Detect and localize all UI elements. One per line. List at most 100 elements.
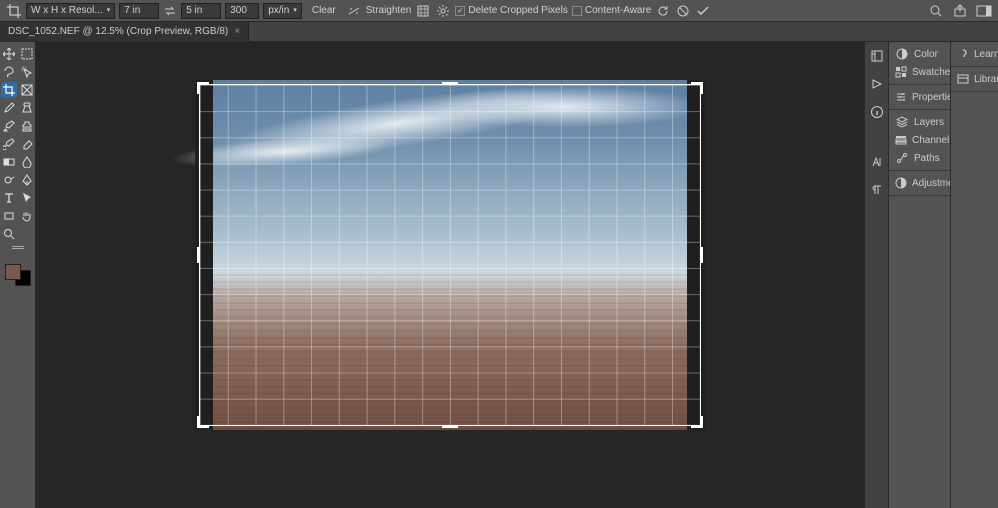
delete-cropped-label: Delete Cropped Pixels bbox=[468, 5, 568, 16]
cancel-crop-icon[interactable] bbox=[675, 3, 691, 19]
close-tab-icon[interactable]: × bbox=[234, 26, 240, 37]
straighten-icon[interactable] bbox=[346, 3, 362, 19]
edit-toolbar-icon[interactable] bbox=[12, 246, 24, 254]
character-panel-icon[interactable] bbox=[869, 154, 885, 170]
crop-handle-tr[interactable] bbox=[689, 82, 703, 96]
document-tab-label: DSC_1052.NEF @ 12.5% (Crop Preview, RGB/… bbox=[8, 26, 228, 37]
frame-tool[interactable] bbox=[19, 82, 35, 98]
commit-crop-icon[interactable] bbox=[695, 3, 711, 19]
info-panel-icon[interactable] bbox=[869, 104, 885, 120]
crop-handle-b[interactable] bbox=[442, 424, 458, 428]
reset-crop-icon[interactable] bbox=[655, 3, 671, 19]
learn-icon bbox=[957, 47, 969, 61]
color-label: Color bbox=[914, 49, 938, 60]
canvas-area[interactable] bbox=[36, 42, 864, 508]
layers-panel-button[interactable]: Layers bbox=[889, 113, 950, 131]
learn-panel-button[interactable]: Learn bbox=[951, 45, 998, 63]
crop-height-input[interactable]: 5 in bbox=[181, 3, 221, 19]
crop-width-input[interactable]: 7 in bbox=[119, 3, 159, 19]
swatches-panel-button[interactable]: Swatches bbox=[889, 63, 950, 81]
eraser-tool[interactable] bbox=[19, 136, 35, 152]
layers-label: Layers bbox=[914, 117, 944, 128]
panels-column: Color Swatches Properties Layers Channel… bbox=[888, 42, 950, 508]
path-select-tool[interactable] bbox=[19, 190, 35, 206]
resolution-unit-label: px/in bbox=[268, 4, 289, 18]
quick-select-tool[interactable] bbox=[19, 64, 35, 80]
crop-handle-r[interactable] bbox=[699, 247, 703, 263]
swap-dimensions-icon[interactable] bbox=[163, 4, 177, 18]
learn-column: Learn Libraries bbox=[950, 42, 998, 508]
properties-panel-button[interactable]: Properties bbox=[889, 88, 950, 106]
chevron-down-icon: ▾ bbox=[293, 4, 297, 18]
gradient-tool[interactable] bbox=[1, 154, 17, 170]
zoom-tool[interactable] bbox=[1, 226, 17, 242]
lasso-tool[interactable] bbox=[1, 64, 17, 80]
libraries-icon bbox=[957, 72, 969, 86]
resolution-unit-select[interactable]: px/in ▾ bbox=[263, 3, 302, 19]
collapsed-panel-strip bbox=[864, 42, 888, 508]
checkbox-checked-icon: ✓ bbox=[455, 6, 465, 16]
checkbox-unchecked-icon bbox=[572, 6, 582, 16]
crop-options-gear-icon[interactable] bbox=[435, 3, 451, 19]
overlay-options-icon[interactable] bbox=[415, 3, 431, 19]
document-image[interactable] bbox=[195, 80, 705, 430]
paths-label: Paths bbox=[914, 153, 940, 164]
crop-grid-overlay bbox=[199, 84, 701, 426]
straighten-label[interactable]: Straighten bbox=[366, 5, 412, 16]
move-tool[interactable] bbox=[1, 46, 17, 62]
tools-panel bbox=[0, 42, 36, 508]
channels-panel-button[interactable]: Channels bbox=[889, 131, 950, 149]
color-swatches[interactable] bbox=[5, 264, 31, 286]
dodge-tool[interactable] bbox=[1, 172, 17, 188]
pen-tool[interactable] bbox=[19, 172, 35, 188]
eyedropper-tool[interactable] bbox=[1, 100, 17, 116]
document-tab[interactable]: DSC_1052.NEF @ 12.5% (Crop Preview, RGB/… bbox=[0, 22, 249, 41]
type-tool[interactable] bbox=[1, 190, 17, 206]
crop-handle-l[interactable] bbox=[197, 247, 201, 263]
color-panel-button[interactable]: Color bbox=[889, 45, 950, 63]
blur-tool[interactable] bbox=[19, 154, 35, 170]
channels-label: Channels bbox=[912, 135, 954, 146]
history-brush-tool[interactable] bbox=[1, 136, 17, 152]
paths-panel-button[interactable]: Paths bbox=[889, 149, 950, 167]
crop-tool[interactable] bbox=[1, 82, 17, 98]
foreground-color-swatch[interactable] bbox=[5, 264, 21, 280]
crop-handle-br[interactable] bbox=[689, 414, 703, 428]
ratio-preset-select[interactable]: W x H x Resol... ▾ bbox=[26, 3, 115, 19]
resolution-input[interactable]: 300 bbox=[225, 3, 259, 19]
workspace-switcher-icon[interactable] bbox=[976, 3, 992, 19]
content-aware-checkbox[interactable]: Content-Aware bbox=[572, 5, 652, 16]
clone-stamp-tool[interactable] bbox=[19, 118, 35, 134]
swatches-label: Swatches bbox=[912, 67, 955, 78]
paragraph-panel-icon[interactable] bbox=[869, 182, 885, 198]
actions-panel-icon[interactable] bbox=[869, 76, 885, 92]
crop-handle-bl[interactable] bbox=[197, 414, 211, 428]
learn-label: Learn bbox=[974, 49, 998, 60]
crop-tool-icon bbox=[6, 3, 22, 19]
color-icon bbox=[895, 47, 909, 61]
crop-box[interactable] bbox=[195, 80, 705, 430]
layers-icon bbox=[895, 115, 909, 129]
chevron-down-icon: ▾ bbox=[107, 4, 111, 18]
share-icon[interactable] bbox=[952, 3, 968, 19]
brush-tool[interactable] bbox=[1, 118, 17, 134]
document-tab-bar: DSC_1052.NEF @ 12.5% (Crop Preview, RGB/… bbox=[0, 22, 998, 42]
hand-tool[interactable] bbox=[19, 208, 35, 224]
rectangle-tool[interactable] bbox=[1, 208, 17, 224]
libraries-label: Libraries bbox=[974, 74, 998, 85]
crop-handle-tl[interactable] bbox=[197, 82, 211, 96]
paths-icon bbox=[895, 151, 909, 165]
adjustments-panel-button[interactable]: Adjustments bbox=[889, 174, 950, 192]
marquee-tool[interactable] bbox=[19, 46, 35, 62]
clear-button[interactable]: Clear bbox=[306, 3, 342, 19]
libraries-panel-button[interactable]: Libraries bbox=[951, 70, 998, 88]
healing-brush-tool[interactable] bbox=[19, 100, 35, 116]
ratio-preset-label: W x H x Resol... bbox=[31, 4, 103, 18]
crop-options-bar: W x H x Resol... ▾ 7 in 5 in 300 px/in ▾ C… bbox=[0, 0, 998, 22]
crop-handle-t[interactable] bbox=[442, 82, 458, 86]
history-panel-icon[interactable] bbox=[869, 48, 885, 64]
content-aware-label: Content-Aware bbox=[585, 5, 652, 16]
delete-cropped-checkbox[interactable]: ✓Delete Cropped Pixels bbox=[455, 5, 568, 16]
swatches-icon bbox=[895, 65, 907, 79]
search-icon[interactable] bbox=[928, 3, 944, 19]
